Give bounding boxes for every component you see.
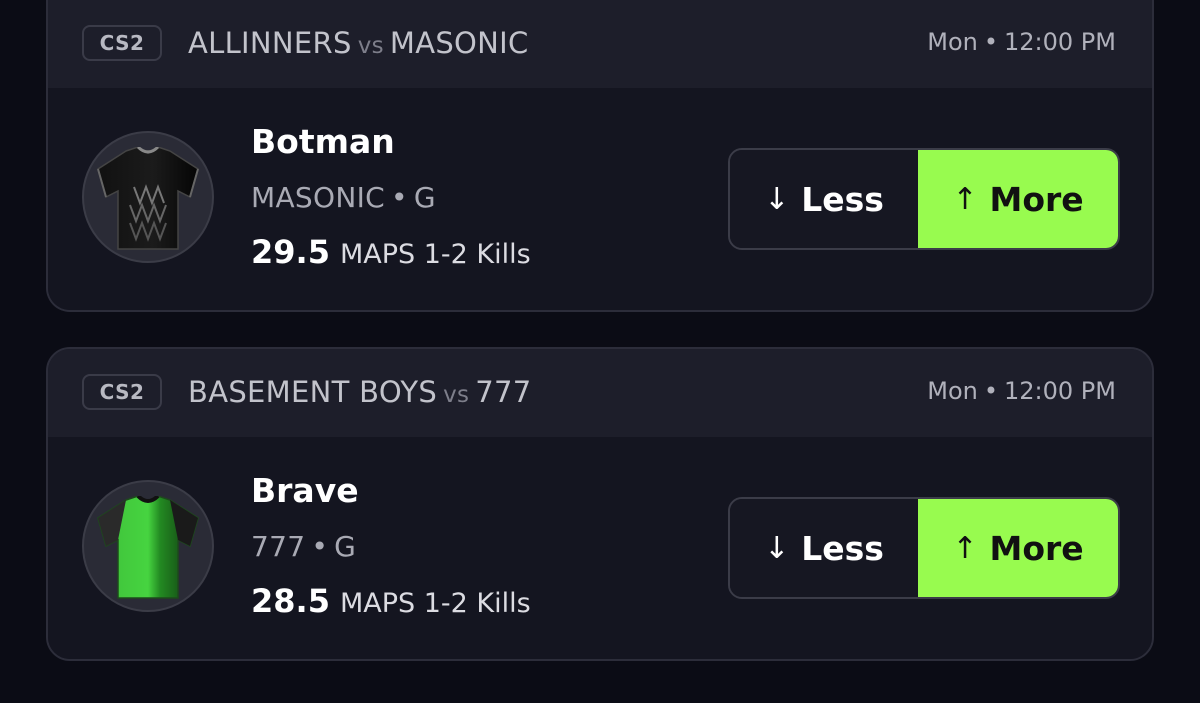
- black-jersey-icon: [97, 147, 199, 250]
- player-avatar: [82, 131, 214, 263]
- stat-line: 28.5 MAPS 1-2 Kills: [251, 582, 531, 620]
- card-body: Botman MASONIC • G 29.5 MAPS 1-2 Kills ↓ Les…: [48, 88, 1152, 310]
- separator-dot: •: [390, 181, 408, 214]
- less-button[interactable]: ↓ Less: [730, 499, 918, 597]
- match-day: Mon: [927, 377, 978, 405]
- matchup: BASEMENT BOYS vs 777: [188, 375, 532, 409]
- stat-line: 29.5 MAPS 1-2 Kills: [251, 233, 531, 271]
- separator-dot: •: [311, 530, 329, 563]
- projection-card: CS2 ALLINNERSvsMASONIC Mon•12:00 PM: [46, 0, 1154, 312]
- player-position: G: [334, 530, 357, 563]
- arrow-up-icon: ↑: [952, 530, 978, 566]
- player-team: MASONIC • G: [251, 181, 436, 214]
- green-jersey-icon: [97, 496, 199, 599]
- match-clock: 12:00 PM: [1004, 28, 1116, 56]
- stat-label: MAPS 1-2 Kills: [339, 239, 531, 270]
- player-team-name: MASONIC: [251, 181, 385, 214]
- card-body: Brave 777 • G 28.5 MAPS 1-2 Kills ↓ Less ↑ Mo…: [48, 437, 1152, 659]
- vs-label: vs: [357, 33, 384, 59]
- matchup: ALLINNERS vs MASONIC: [188, 26, 529, 60]
- projection-card: CS2 BASEMENT BOYSvs777 Mon•12:00 PM: [46, 347, 1154, 661]
- player-team-name: 777: [251, 530, 306, 563]
- more-button[interactable]: ↑ More: [918, 499, 1118, 597]
- team-b: 777: [475, 375, 532, 409]
- less-button[interactable]: ↓ Less: [730, 150, 918, 248]
- more-label: More: [989, 528, 1084, 568]
- arrow-down-icon: ↓: [764, 181, 790, 217]
- team-a: BASEMENT BOYS: [188, 375, 438, 409]
- stat-value: 29.5: [251, 233, 330, 271]
- player-name: Brave: [251, 471, 359, 510]
- match-time: Mon • 12:00 PM: [927, 377, 1116, 405]
- vs-label: vs: [443, 382, 470, 408]
- match-header: CS2 BASEMENT BOYS vs 777 Mon • 12:00 PM: [48, 349, 1152, 437]
- more-button[interactable]: ↑ More: [918, 150, 1118, 248]
- team-b: MASONIC: [389, 26, 529, 60]
- match-clock: 12:00 PM: [1004, 377, 1116, 405]
- separator-dot: •: [983, 28, 999, 56]
- team-a: ALLINNERS: [188, 26, 352, 60]
- player-position: G: [413, 181, 436, 214]
- match-header: CS2 ALLINNERS vs MASONIC Mon • 12:00 PM: [48, 0, 1152, 88]
- stat-value: 28.5: [251, 582, 330, 620]
- player-team: 777 • G: [251, 530, 356, 563]
- more-label: More: [989, 179, 1084, 219]
- player-avatar: [82, 480, 214, 612]
- projection-feed: CS2 ALLINNERSvsMASONIC Mon•12:00 PM: [0, 0, 1200, 703]
- pick-toggle: ↓ Less ↑ More: [728, 148, 1120, 250]
- match-day: Mon: [927, 28, 978, 56]
- separator-dot: •: [983, 377, 999, 405]
- game-tag: CS2: [82, 25, 162, 61]
- less-label: Less: [801, 528, 884, 568]
- stat-label: MAPS 1-2 Kills: [339, 588, 531, 619]
- arrow-down-icon: ↓: [764, 530, 790, 566]
- arrow-up-icon: ↑: [952, 181, 978, 217]
- game-tag: CS2: [82, 374, 162, 410]
- match-time: Mon • 12:00 PM: [927, 28, 1116, 56]
- player-name: Botman: [251, 122, 395, 161]
- less-label: Less: [801, 179, 884, 219]
- pick-toggle: ↓ Less ↑ More: [728, 497, 1120, 599]
